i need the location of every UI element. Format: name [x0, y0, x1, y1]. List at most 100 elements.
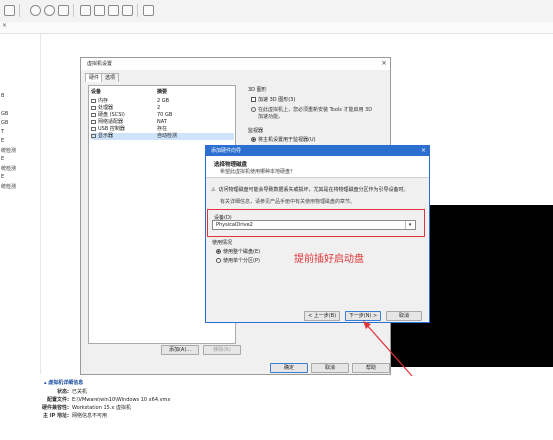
checkbox-icon	[251, 97, 256, 102]
info-icon	[251, 107, 256, 112]
detail-row-ip: 主 IP 地址: 网络信息不可用	[41, 412, 107, 419]
back-button[interactable]: < 上一步(B)	[304, 311, 340, 321]
column-summary: 摘要	[157, 89, 168, 95]
library-pane: B GB GB T E 统检测 E 统检测 E 统检测	[0, 34, 41, 374]
wizard-warning: ⚠ 访问物理磁盘可能会导致数据丢失或损坏，尤其是在将物理磁盘分区作为引导设备时。	[211, 186, 409, 193]
stretch-icon[interactable]	[122, 5, 133, 16]
device-row-usb[interactable]: USB 控制器 存在	[91, 126, 234, 133]
wizard-subheading: 希望此虚拟机使用哪种本地硬盘？	[220, 169, 296, 175]
unity-icon[interactable]	[94, 5, 105, 16]
library-item[interactable]: B	[1, 93, 4, 99]
wizard-info: 有关详细信息，请参见产品手册中有关使用物理磁盘的章节。	[220, 199, 356, 205]
cancel-button[interactable]: 取消	[311, 363, 349, 373]
device-summary: 存在	[157, 126, 168, 132]
remove-hardware-button[interactable]: 移除(R)	[203, 345, 241, 355]
detail-row-compat: 硬件兼容性: Workstation 15.x 虚拟机	[41, 404, 131, 411]
accel-3d-checkbox[interactable]: 加速 3D 图形(3)	[251, 96, 295, 103]
device-name: 显示器	[98, 133, 114, 139]
monitor-host-label: 将主机设置用于监视器(U)	[258, 137, 316, 143]
disk-icon	[91, 112, 96, 117]
vm-details-title: 虚拟机详细信息	[48, 380, 84, 386]
use-partition-radio[interactable]: 使用单个分区(P)	[216, 257, 260, 264]
toolbar-separator	[73, 4, 74, 17]
annotation-arrow	[363, 321, 413, 377]
detail-value: E:\VMware\win10\Windows 10 x64.vmx	[72, 397, 171, 403]
monitor-icon	[91, 133, 96, 138]
detail-row-status: 状态: 已关机	[41, 388, 87, 395]
tools-warning: 在此虚拟机上，您必须重新安装 Tools 才能启用 3D	[251, 106, 372, 113]
library-item[interactable]: 统检测	[1, 147, 16, 154]
toolbar-separator	[19, 4, 20, 17]
tools-warning-line2: 加速功能。	[258, 114, 284, 120]
use-partition-label: 使用单个分区(P)	[223, 258, 260, 264]
usb-icon	[91, 126, 96, 131]
monitor-host-radio[interactable]: 将主机设置用于监视器(U)	[251, 136, 316, 143]
detail-value: 已关机	[72, 389, 88, 395]
close-tab-icon[interactable]: ×	[2, 22, 7, 29]
vm-details-panel: ▴ 虚拟机详细信息 状态: 已关机 配置文件: E:\VMware\win10\Wi…	[41, 376, 553, 440]
device-row-harddisk[interactable]: 硬盘 (SCSI) 70 GB	[91, 112, 234, 119]
close-icon[interactable]: ×	[421, 146, 426, 156]
library-item[interactable]: T	[1, 129, 4, 135]
add-hardware-button[interactable]: 添加(A)...	[161, 345, 199, 355]
device-list-header: 设备 摘要	[91, 89, 234, 96]
vm-details-header[interactable]: ▴ 虚拟机详细信息	[44, 379, 83, 386]
wizard-heading: 选择物理磁盘	[214, 162, 248, 168]
device-row-memory[interactable]: 内存 2 GB	[91, 98, 234, 105]
device-summary: 70 GB	[157, 112, 173, 118]
library-item[interactable]: GB	[1, 111, 8, 117]
device-row-display[interactable]: 显示器 自动检测	[91, 133, 234, 140]
wizard-header: 选择物理磁盘 希望此虚拟机使用哪种本地硬盘？	[206, 156, 429, 178]
library-icon[interactable]	[4, 5, 15, 16]
revert-icon[interactable]	[44, 5, 55, 16]
arrow-line	[365, 323, 413, 377]
device-summary: 自动检测	[157, 133, 178, 139]
close-icon[interactable]: ×	[381, 59, 387, 68]
detail-value: 网络信息不可用	[72, 413, 108, 419]
group-monitor: 监视器	[248, 128, 264, 134]
library-item[interactable]: 统检测	[1, 183, 16, 190]
device-name: USB 控制器	[98, 126, 125, 132]
network-icon	[91, 119, 96, 124]
device-summary: 2 GB	[157, 98, 170, 104]
library-item[interactable]: GB	[1, 120, 8, 126]
detail-key: 硬件兼容性:	[41, 405, 69, 411]
device-row-network[interactable]: 网络适配器 NAT	[91, 119, 234, 126]
device-row-processor[interactable]: 处理器 2	[91, 105, 234, 112]
cpu-icon	[91, 105, 96, 110]
highlight-box	[207, 209, 425, 237]
main-toolbar	[0, 0, 553, 23]
library-item[interactable]: E	[1, 138, 4, 144]
radio-icon	[216, 258, 221, 263]
wizard-title: 添加硬件向导	[206, 146, 429, 156]
column-device: 设备	[91, 89, 102, 95]
device-name: 处理器	[98, 105, 114, 111]
group-3d-graphics: 3D 图形	[248, 87, 267, 93]
library-item[interactable]: 统检测	[1, 165, 16, 172]
device-summary: 2	[157, 105, 161, 111]
library-item[interactable]: E	[1, 174, 4, 180]
detail-key: 状态:	[57, 389, 69, 395]
radio-icon	[216, 249, 221, 254]
clock-icon[interactable]	[30, 5, 41, 16]
detail-key: 主 IP 地址:	[42, 413, 69, 419]
fullscreen-icon[interactable]	[80, 5, 91, 16]
use-entire-disk-label: 使用整个磁盘(E)	[223, 249, 261, 255]
warning-icon: ⚠	[211, 187, 216, 193]
snapshot-icon[interactable]	[58, 5, 69, 16]
view-icon[interactable]	[143, 5, 154, 16]
toolbar-separator	[137, 4, 138, 17]
settings-title: 虚拟机设置	[81, 58, 390, 70]
detail-row-config: 配置文件: E:\VMware\win10\Windows 10 x64.vmx	[41, 396, 170, 403]
wizard-warning-text: 访问物理磁盘可能会导致数据丢失或损坏，尤其是在将物理磁盘分区作为引导设备时。	[218, 187, 409, 193]
device-name: 网络适配器	[98, 119, 124, 125]
use-entire-disk-radio[interactable]: 使用整个磁盘(E)	[216, 248, 260, 255]
annotation-text: 提前插好启动盘	[294, 254, 364, 265]
detail-value: Workstation 15.x 虚拟机	[72, 405, 131, 411]
memory-icon	[91, 98, 96, 103]
ok-button[interactable]: 确定	[270, 363, 308, 373]
tab-options[interactable]: 选项	[101, 73, 120, 82]
library-item[interactable]: E	[1, 156, 4, 162]
tab-strip: ×	[0, 22, 553, 34]
console-icon[interactable]	[108, 5, 119, 16]
